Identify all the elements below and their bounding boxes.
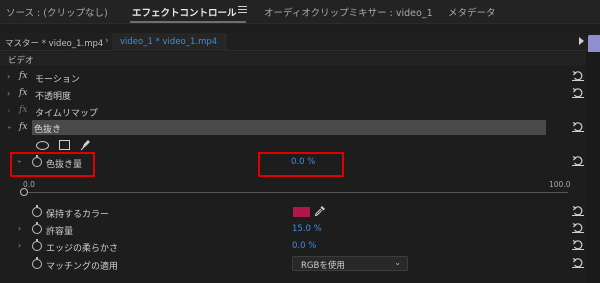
video-section-header: ビデオ bbox=[0, 52, 586, 66]
property-row-tolerance: › 許容量 15.0 % bbox=[0, 221, 586, 238]
slider-max-label: 100.0 bbox=[549, 180, 571, 189]
eyedropper-icon[interactable] bbox=[314, 205, 326, 217]
effect-label-opacity: 不透明度 bbox=[35, 92, 72, 102]
fx-icon[interactable]: fx bbox=[19, 71, 27, 81]
fx-icon[interactable]: fx bbox=[19, 122, 27, 132]
property-label-tolerance: 許容量 bbox=[46, 227, 74, 237]
reset-icon[interactable] bbox=[572, 222, 584, 233]
reset-icon[interactable] bbox=[572, 87, 584, 98]
tab-metadata[interactable]: メタデータ bbox=[448, 5, 496, 19]
reset-icon[interactable] bbox=[572, 239, 584, 250]
key-color-swatch[interactable] bbox=[293, 207, 310, 217]
matching-dropdown[interactable]: RGBを使用 ⌄ bbox=[292, 256, 408, 271]
reset-icon[interactable] bbox=[572, 257, 584, 268]
chevron-right-icon[interactable]: › bbox=[7, 89, 10, 98]
stopwatch-icon[interactable] bbox=[32, 222, 42, 234]
clip-selector-row: マスター * video_1.mp4 › video_1 * video_1.m… bbox=[0, 33, 600, 51]
tab-audio-clip-mixer[interactable]: オーディオクリップミキサー : video_1 bbox=[264, 5, 433, 19]
chevron-right-icon[interactable]: › bbox=[7, 72, 10, 81]
panel-menu-icon[interactable] bbox=[238, 6, 247, 13]
effect-label-motion: モーション bbox=[35, 75, 80, 85]
tolerance-value[interactable]: 15.0 % bbox=[292, 224, 322, 234]
play-triangle-icon[interactable] bbox=[579, 37, 584, 45]
color-key-amount-slider[interactable] bbox=[24, 192, 568, 193]
pen-mask-icon[interactable] bbox=[80, 138, 92, 151]
stopwatch-icon[interactable] bbox=[32, 205, 42, 217]
slider-thumb[interactable] bbox=[20, 188, 28, 196]
effect-row-opacity[interactable]: › fx 不透明度 bbox=[0, 86, 586, 103]
edge-softness-value[interactable]: 0.0 % bbox=[292, 241, 316, 251]
property-label-edge-softness: エッジの柔らかさ bbox=[46, 244, 119, 254]
effect-row-time-remap[interactable]: › fx タイムリマップ bbox=[0, 103, 586, 120]
effect-label-color-key: 色抜き bbox=[34, 125, 62, 135]
property-label-matching: マッチングの適用 bbox=[46, 262, 119, 272]
chevron-right-icon: › bbox=[105, 36, 109, 46]
active-tab-indicator bbox=[130, 21, 246, 23]
annotation-highlight-value bbox=[258, 152, 344, 177]
effect-name-bar[interactable]: 色抜き bbox=[32, 120, 546, 135]
panel-tab-bar: ソース : (クリップなし) エフェクトコントロール オーディオクリップミキサー… bbox=[0, 0, 600, 24]
effect-row-motion[interactable]: › fx モーション bbox=[0, 69, 586, 86]
effect-label-time-remap: タイムリマップ bbox=[35, 109, 98, 119]
stopwatch-icon[interactable] bbox=[32, 239, 42, 251]
chevron-down-icon[interactable]: › bbox=[5, 126, 14, 129]
sequence-clip-tab[interactable]: video_1 * video_1.mp4 bbox=[112, 33, 227, 51]
stopwatch-icon[interactable] bbox=[32, 257, 42, 269]
rectangle-mask-icon[interactable] bbox=[59, 140, 70, 150]
chevron-right-icon[interactable]: › bbox=[18, 241, 21, 250]
chevron-right-icon[interactable]: › bbox=[18, 224, 21, 233]
matching-dropdown-value: RGBを使用 bbox=[301, 261, 345, 271]
annotation-highlight-label bbox=[10, 152, 95, 177]
reset-icon[interactable] bbox=[572, 70, 584, 81]
reset-icon[interactable] bbox=[572, 205, 584, 216]
reset-icon[interactable] bbox=[572, 121, 584, 132]
chevron-down-icon: ⌄ bbox=[394, 258, 401, 267]
property-label-key-color: 保持するカラー bbox=[46, 210, 110, 220]
video-section-label: ビデオ bbox=[8, 56, 34, 66]
chevron-right-icon[interactable]: › bbox=[7, 106, 10, 115]
tab-source[interactable]: ソース : (クリップなし) bbox=[6, 5, 108, 19]
timeline-strip bbox=[586, 52, 600, 283]
fx-icon[interactable]: fx bbox=[19, 88, 27, 98]
master-clip-tab[interactable]: マスター * video_1.mp4 bbox=[5, 37, 103, 49]
tab-effect-controls[interactable]: エフェクトコントロール bbox=[132, 5, 237, 19]
reset-icon[interactable] bbox=[572, 155, 584, 166]
fx-icon: fx bbox=[19, 105, 28, 115]
ellipse-mask-icon[interactable] bbox=[36, 141, 49, 150]
property-row-edge-softness: › エッジの柔らかさ 0.0 % bbox=[0, 238, 586, 255]
